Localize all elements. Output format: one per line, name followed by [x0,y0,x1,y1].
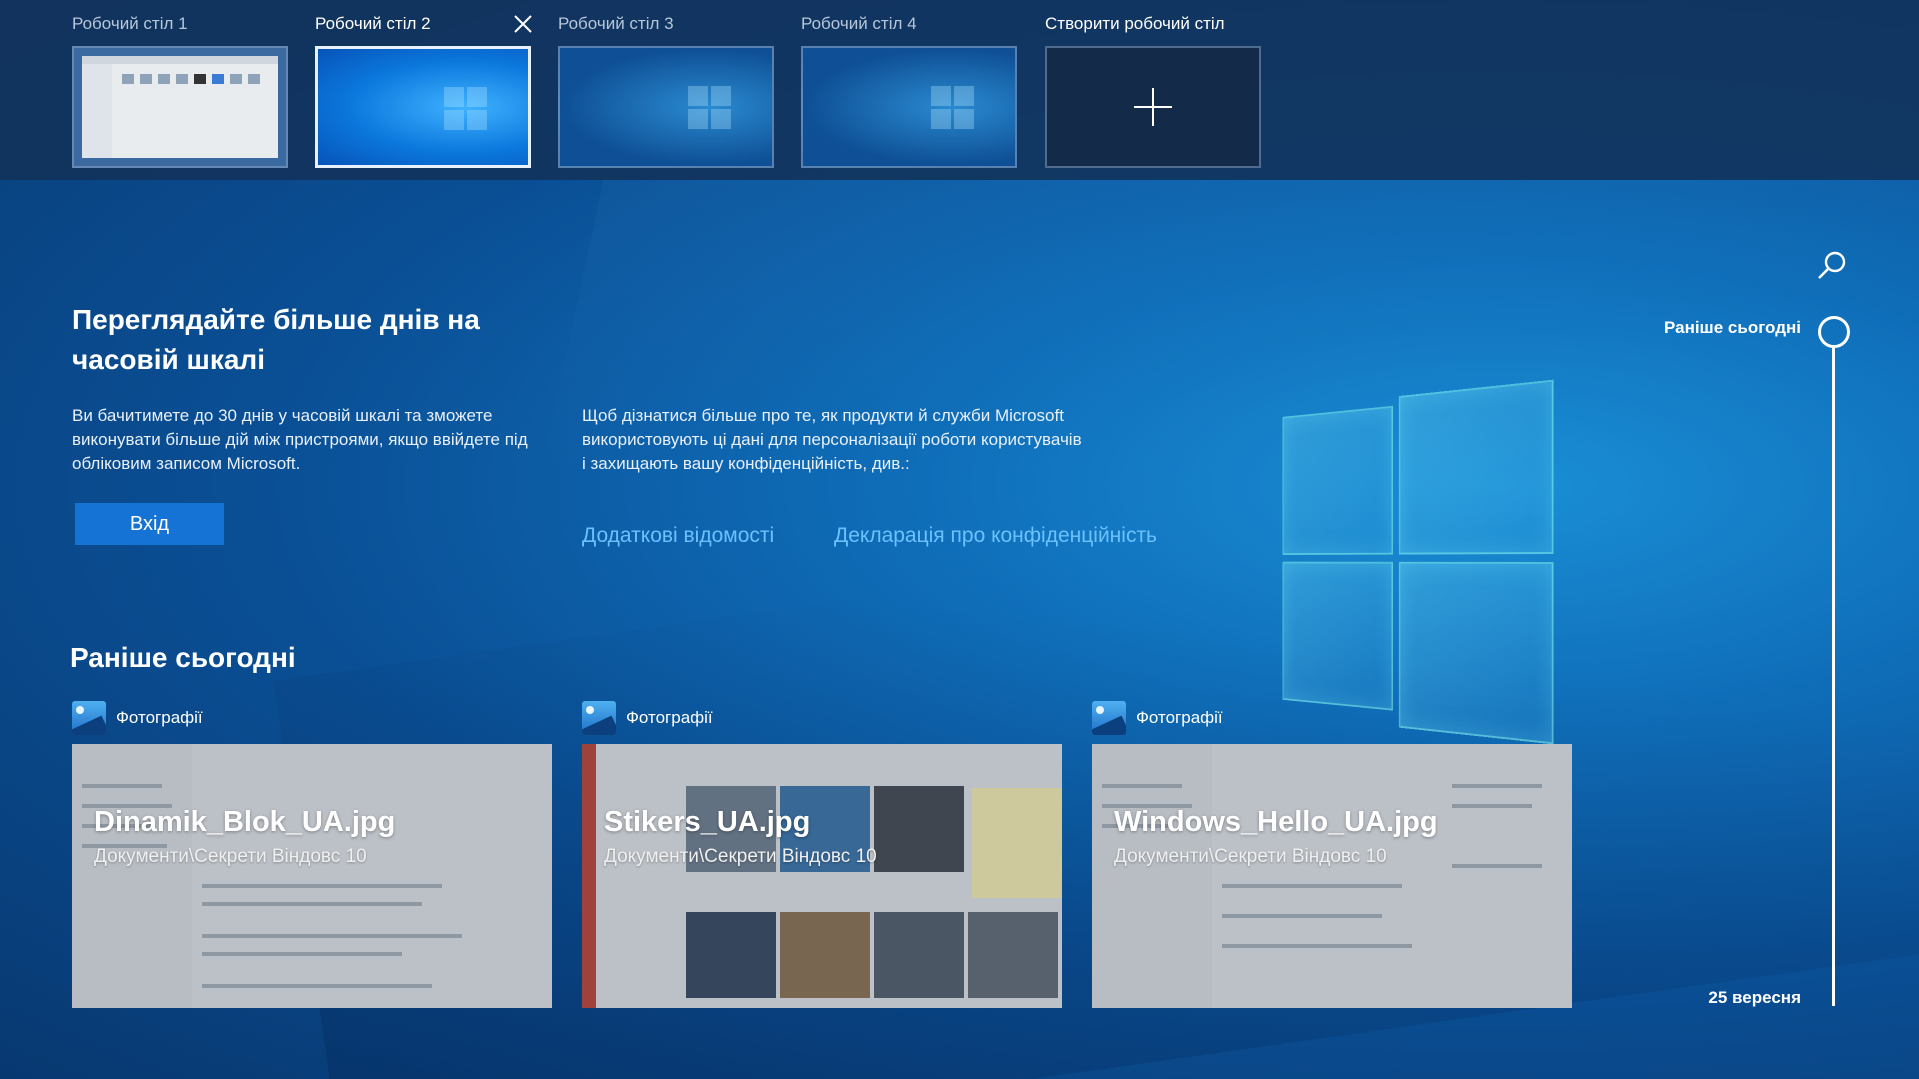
desktop-2-thumbnail[interactable] [315,46,531,168]
sign-in-button[interactable]: Вхід [75,503,224,545]
photos-icon [72,701,106,735]
desktop-3-thumbnail[interactable] [558,46,774,168]
photos-icon [582,701,616,735]
card-app-name: Фотографії [116,708,203,727]
card-preview[interactable]: Windows_Hello_UA.jpg Документи\Секрети В… [1092,744,1572,1008]
desktop-1-thumbnail[interactable] [72,46,288,168]
card-app-header: Фотографії [1092,700,1223,736]
timeline-scrollbar[interactable] [1832,346,1835,1006]
card-app-header: Фотографії [582,700,713,736]
more-info-link[interactable]: Додаткові відомості [582,524,774,548]
search-icon[interactable] [1814,248,1850,284]
card-path: Документи\Секрети Віндовс 10 [94,846,367,867]
card-preview[interactable]: Stikers_UA.jpg Документи\Секрети Віндовс… [582,744,1062,1008]
desktop-2-title: Робочий стіл 2 [315,14,431,33]
timeline-top-label[interactable]: Раніше сьогодні [1664,318,1801,338]
desktop-3-title: Робочий стіл 3 [558,14,674,33]
desktop-4-title: Робочий стіл 4 [801,14,917,33]
card-app-header: Фотографії [72,700,203,736]
section-title: Раніше сьогодні [70,642,296,673]
card-path: Документи\Секрети Віндовс 10 [1114,846,1387,867]
timeline-date-label[interactable]: 25 вересня [1708,988,1801,1008]
card-title: Stikers_UA.jpg [604,806,811,838]
card-app-name: Фотографії [1136,708,1223,727]
promo-text: Ви бачитимете до 30 днів у часовій шкалі… [72,406,528,473]
card-path: Документи\Секрети Віндовс 10 [604,846,877,867]
plus-icon [1134,88,1172,126]
card-title: Windows_Hello_UA.jpg [1114,806,1438,838]
windows-logo-wallpaper [1282,379,1554,745]
photos-icon [1092,701,1126,735]
privacy-text: Щоб дізнатися більше про те, як продукти… [582,406,1082,473]
close-icon[interactable] [511,12,535,36]
card-app-name: Фотографії [626,708,713,727]
virtual-desktops-bar: Робочий стіл 1 Робочий стіл 2 Робочий ст… [0,0,1919,180]
new-desktop-label: Створити робочий стіл [1045,14,1225,33]
card-preview[interactable]: Dinamik_Blok_UA.jpg Документи\Секрети Ві… [72,744,552,1008]
new-desktop-button[interactable] [1045,46,1261,168]
timeline-handle[interactable] [1818,316,1850,348]
desktop-1-title: Робочий стіл 1 [72,14,188,33]
privacy-statement-link[interactable]: Декларація про конфіденційність [834,524,1157,548]
card-title: Dinamik_Blok_UA.jpg [94,806,396,838]
desktop-4-thumbnail[interactable] [801,46,1017,168]
promo-title: Переглядайте більше днів на часовій шкал… [72,304,480,375]
